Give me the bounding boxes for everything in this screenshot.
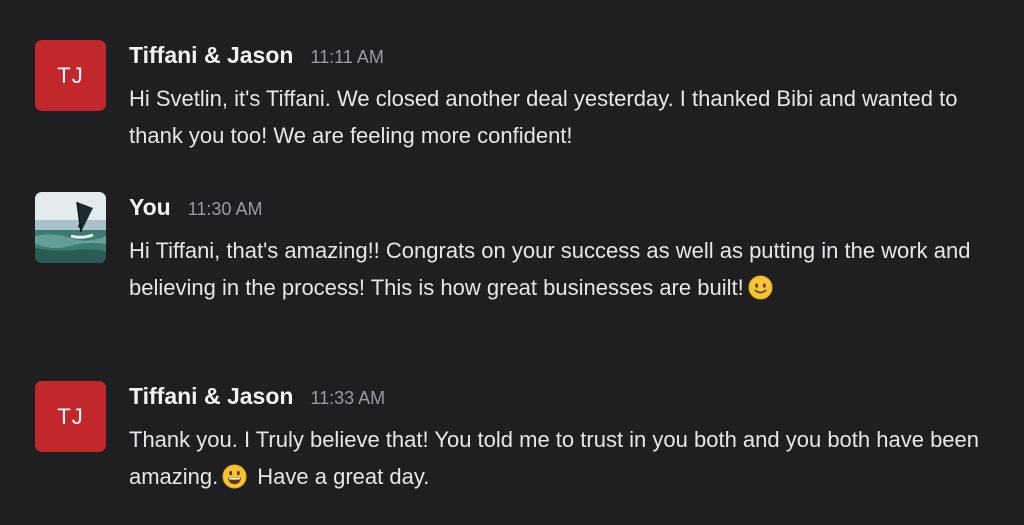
message-text-content: Hi Tiffani, that's amazing!! Congrats on… (129, 238, 971, 300)
timestamp[interactable]: 11:33 AM (310, 388, 385, 409)
message-header: Tiffani & Jason 11:33 AM (129, 383, 1004, 413)
message-header: Tiffani & Jason 11:11 AM (129, 42, 1004, 72)
message-text: Thank you. I Truly believe that! You tol… (129, 421, 1004, 495)
message-text: Hi Tiffani, that's amazing!! Congrats on… (129, 232, 1004, 306)
message-text-after-emoji: Have a great day. (257, 464, 430, 489)
timestamp[interactable]: 11:11 AM (310, 47, 383, 68)
slightly-smiling-face-icon (748, 275, 773, 300)
timestamp[interactable]: 11:30 AM (188, 199, 263, 220)
grinning-face-icon (222, 464, 247, 489)
message-text: Hi Svetlin, it's Tiffani. We closed anot… (129, 86, 958, 148)
avatar[interactable] (35, 192, 106, 263)
sender-name[interactable]: You (129, 194, 171, 221)
sender-name[interactable]: Tiffani & Jason (129, 383, 293, 410)
avatar[interactable]: TJ (35, 40, 106, 111)
sender-name[interactable]: Tiffani & Jason (129, 42, 293, 69)
avatar-initials: TJ (57, 62, 84, 88)
message-header: You 11:30 AM (129, 194, 1004, 224)
windsurfer-photo (35, 192, 106, 263)
avatar[interactable]: TJ (35, 381, 106, 452)
avatar-initials: TJ (57, 403, 84, 429)
